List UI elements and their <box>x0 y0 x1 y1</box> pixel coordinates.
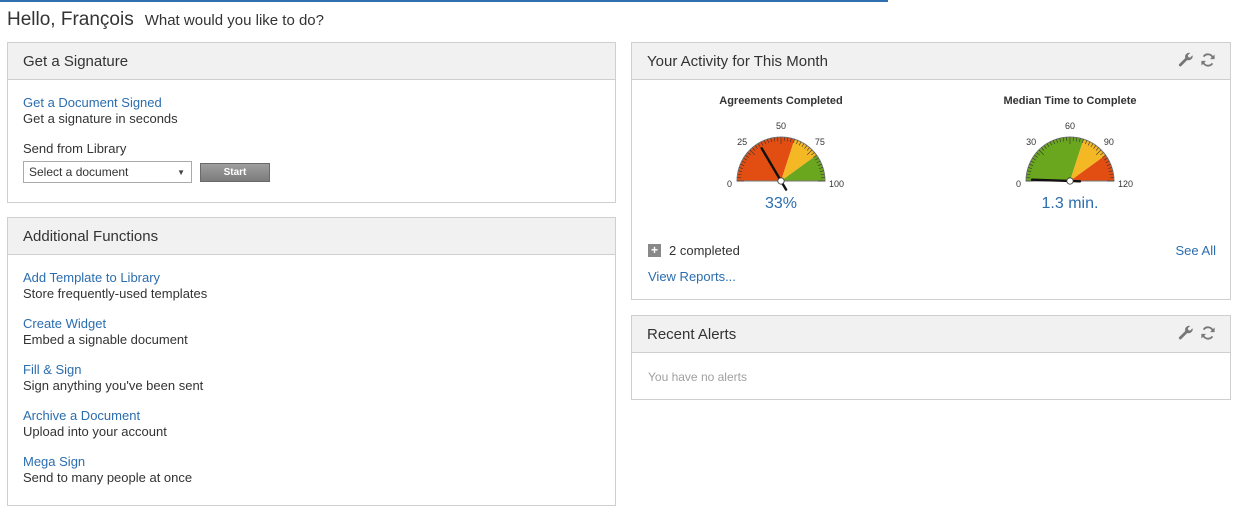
gauge-hub <box>1066 177 1074 185</box>
top-rule <box>0 0 888 2</box>
gauge-tick-label: 50 <box>776 121 786 131</box>
get-signature-panel: Get a Signature Get a Document Signed Ge… <box>7 42 616 203</box>
function-item: Add Template to Library Store frequently… <box>23 270 600 301</box>
greeting-question: What would you like to do? <box>144 12 324 29</box>
function-item: Fill & Sign Sign anything you've been se… <box>23 362 600 393</box>
completed-row: + 2 completed <box>648 243 740 258</box>
gauge-median-time: Median Time to Complete 0 30 60 90 120 1.3 m… <box>990 95 1150 213</box>
start-button[interactable]: Start <box>200 162 270 182</box>
function-desc: Store frequently-used templates <box>23 286 208 301</box>
function-desc: Embed a signable document <box>23 332 188 347</box>
add-template-link[interactable]: Add Template to Library <box>23 270 600 285</box>
plus-icon[interactable]: + <box>648 244 661 257</box>
send-from-library-label: Send from Library <box>23 141 127 156</box>
wrench-icon[interactable] <box>1178 52 1194 68</box>
gauge-tick-label: 25 <box>737 137 747 147</box>
gauge-dial: 0 30 60 90 120 <box>1016 121 1133 189</box>
gauge-tick-label: 60 <box>1065 121 1075 131</box>
gauge-tick-label: 75 <box>815 137 825 147</box>
greeting-hello: Hello, François <box>7 9 134 30</box>
get-document-signed-link[interactable]: Get a Document Signed <box>23 95 600 110</box>
gauge-tick-label: 0 <box>1016 179 1021 189</box>
function-item: Archive a Document Upload into your acco… <box>23 408 600 439</box>
gauge-tick-label: 100 <box>829 179 844 189</box>
function-desc: Send to many people at once <box>23 470 193 485</box>
gauge-tick-label: 0 <box>727 179 732 189</box>
greeting: Hello, François What would you like to d… <box>7 9 324 31</box>
refresh-icon[interactable] <box>1200 52 1216 68</box>
panel-header: Additional Functions <box>8 218 615 255</box>
panel-title: Your Activity for This Month <box>647 52 828 70</box>
gauge-dial: 0 25 50 75 100 <box>727 121 844 191</box>
function-desc: Upload into your account <box>23 424 167 439</box>
refresh-icon[interactable] <box>1200 325 1216 341</box>
gauge-title: Agreements Completed <box>719 95 843 107</box>
completed-count: 2 completed <box>669 243 740 258</box>
function-item: Create Widget Embed a signable document <box>23 316 600 347</box>
archive-document-link[interactable]: Archive a Document <box>23 408 600 423</box>
view-reports-link[interactable]: View Reports... <box>648 269 736 284</box>
gauge-value: 33% <box>764 195 798 212</box>
gauge-tick-label: 120 <box>1118 179 1133 189</box>
panel-title: Additional Functions <box>23 227 159 245</box>
gauge-value: 1.3 min. <box>1041 195 1099 212</box>
panel-title: Get a Signature <box>23 52 129 70</box>
fill-sign-link[interactable]: Fill & Sign <box>23 362 600 377</box>
mega-sign-link[interactable]: Mega Sign <box>23 454 600 469</box>
function-item: Mega Sign Send to many people at once <box>23 454 600 485</box>
gauge-title: Median Time to Complete <box>1003 95 1137 107</box>
recent-alerts-panel: Recent Alerts You have no alerts <box>631 315 1231 400</box>
gauge-agreements-completed: Agreements Completed 0 25 50 75 100 33% <box>701 95 861 213</box>
see-all-link[interactable]: See All <box>1176 243 1216 258</box>
chevron-down-icon: ▼ <box>177 168 185 177</box>
activity-panel: Your Activity for This Month Agreements … <box>631 42 1231 300</box>
panel-title: Recent Alerts <box>647 325 737 343</box>
select-value: Select a document <box>29 165 129 179</box>
get-document-signed-desc: Get a signature in seconds <box>23 111 178 126</box>
library-document-select[interactable]: Select a document ▼ <box>23 161 192 183</box>
wrench-icon[interactable] <box>1178 325 1194 341</box>
function-desc: Sign anything you've been sent <box>23 378 204 393</box>
panel-header: Your Activity for This Month <box>632 43 1230 80</box>
gauge-tick-label: 90 <box>1104 137 1114 147</box>
panel-header: Recent Alerts <box>632 316 1230 353</box>
gauge-hub <box>777 177 785 185</box>
create-widget-link[interactable]: Create Widget <box>23 316 600 331</box>
additional-functions-panel: Additional Functions Add Template to Lib… <box>7 217 616 506</box>
no-alerts-text: You have no alerts <box>648 370 747 384</box>
panel-header: Get a Signature <box>8 43 615 80</box>
gauge-tick-label: 30 <box>1026 137 1036 147</box>
